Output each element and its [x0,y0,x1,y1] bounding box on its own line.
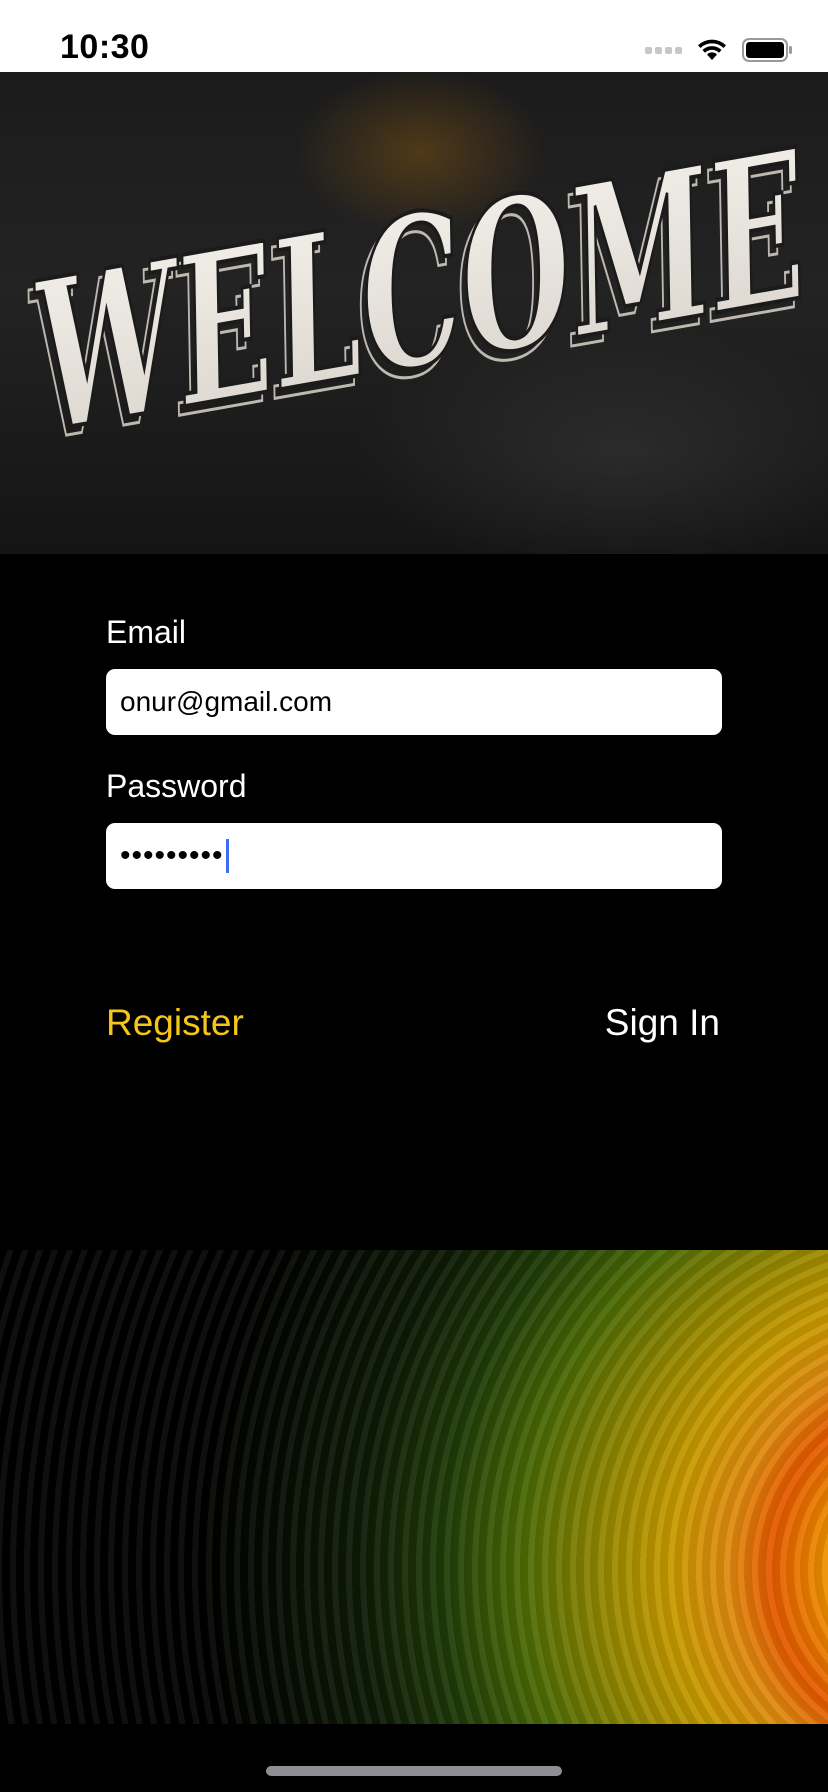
password-value: ••••••••• [120,839,224,872]
email-value: onur@gmail.com [120,686,333,717]
signal-icon [645,46,682,54]
sign-in-button[interactable]: Sign In [605,1002,720,1044]
password-field[interactable]: ••••••••• [106,823,722,889]
status-time: 10:30 [60,28,150,66]
decorative-background-image [0,1250,828,1724]
status-icons [645,30,794,70]
home-indicator[interactable] [266,1766,562,1776]
password-label: Password [106,768,247,804]
welcome-banner: WELCOME WELCOME [0,72,828,554]
status-bar: 10:30 [0,0,828,72]
welcome-banner-art: WELCOME WELCOME [26,99,809,492]
battery-icon [742,38,792,62]
wifi-icon [698,39,726,60]
email-label: Email [106,614,187,650]
register-button[interactable]: Register [106,1002,244,1044]
login-screen: 10:30 WELCOME WELCOME Email onur@gmail.c… [0,0,828,1792]
text-caret [225,839,229,873]
welcome-text: WELCOME [33,101,807,481]
email-field[interactable]: onur@gmail.com [106,669,722,735]
